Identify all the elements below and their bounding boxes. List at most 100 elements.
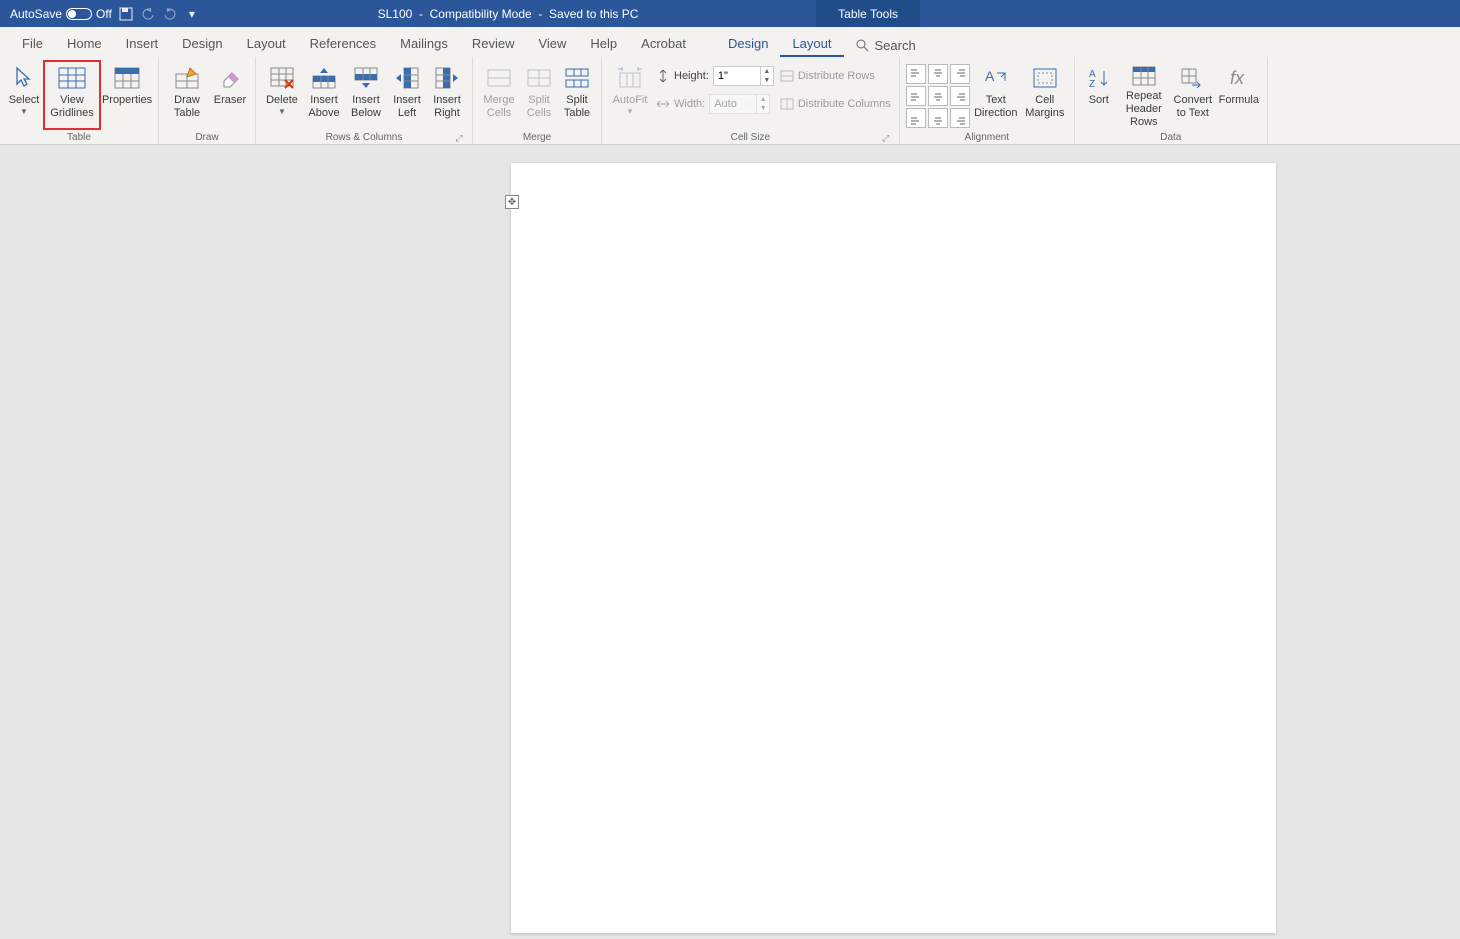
- group-data: AZ Sort Repeat Header Rows Convert to Te…: [1075, 57, 1268, 144]
- insert-right-button[interactable]: Insert Right: [428, 61, 466, 129]
- page[interactable]: [511, 163, 1276, 933]
- cell-margins-button[interactable]: Cell Margins: [1022, 61, 1068, 129]
- height-icon: [656, 69, 670, 83]
- pencil-table-icon: [173, 64, 201, 92]
- insert-above-icon: [310, 64, 338, 92]
- distribute-rows-button: Distribute Rows: [780, 65, 891, 87]
- eraser-button[interactable]: Eraser: [211, 61, 249, 129]
- align-bottom-left-button[interactable]: [906, 108, 926, 128]
- autosave-label: AutoSave: [10, 7, 62, 21]
- distribute-columns-icon: [780, 98, 794, 110]
- title-bar: AutoSave Off ▾ SL100 - Compatibility Mod…: [0, 0, 1460, 27]
- tab-home[interactable]: Home: [55, 31, 114, 57]
- repeat-header-rows-button[interactable]: Repeat Header Rows: [1119, 61, 1169, 129]
- eraser-icon: [216, 64, 244, 92]
- alignment-grid: [906, 64, 970, 128]
- formula-button[interactable]: fx Formula: [1217, 61, 1261, 129]
- view-gridlines-button[interactable]: View Gridlines: [44, 61, 100, 129]
- ribbon-tabs: File Home Insert Design Layout Reference…: [0, 27, 1460, 57]
- search-icon: [856, 39, 869, 52]
- dialog-launcher-icon[interactable]: ⤢: [881, 133, 891, 143]
- spin-down-icon[interactable]: ▼: [761, 76, 773, 85]
- align-center-left-button[interactable]: [906, 86, 926, 106]
- tab-view[interactable]: View: [526, 31, 578, 57]
- align-center-right-button[interactable]: [950, 86, 970, 106]
- align-top-right-button[interactable]: [950, 64, 970, 84]
- split-table-icon: [563, 64, 591, 92]
- autofit-button: AutoFit ▼: [608, 61, 652, 129]
- split-cells-button: Split Cells: [521, 61, 557, 129]
- text-direction-button[interactable]: A Text Direction: [972, 61, 1020, 129]
- repeat-header-icon: [1130, 64, 1158, 88]
- tab-design[interactable]: Design: [170, 31, 234, 57]
- sort-button[interactable]: AZ Sort: [1081, 61, 1117, 129]
- delete-button[interactable]: Delete ▼: [262, 61, 302, 129]
- insert-above-button[interactable]: Insert Above: [304, 61, 344, 129]
- draw-table-button[interactable]: Draw Table: [165, 61, 209, 129]
- dialog-launcher-icon[interactable]: ⤢: [454, 133, 464, 143]
- width-input: ▲▼: [709, 94, 770, 114]
- toggle-off-icon: [66, 8, 92, 20]
- formula-icon: fx: [1225, 64, 1253, 92]
- align-bottom-right-button[interactable]: [950, 108, 970, 128]
- group-table: Select ▼ View Gridlines Properties Table: [0, 57, 159, 144]
- gridlines-icon: [58, 64, 86, 92]
- insert-left-icon: [393, 64, 421, 92]
- quick-access-toolbar: AutoSave Off ▾: [0, 6, 200, 22]
- convert-to-text-icon: [1179, 64, 1207, 92]
- width-icon: [656, 97, 670, 111]
- height-row: Height: ▲▼: [656, 65, 774, 87]
- merge-cells-button: Merge Cells: [479, 61, 519, 129]
- insert-below-button[interactable]: Insert Below: [346, 61, 386, 129]
- tab-layout[interactable]: Layout: [235, 31, 298, 57]
- align-top-center-button[interactable]: [928, 64, 948, 84]
- group-rows-columns: Delete ▼ Insert Above Insert Below Inser…: [256, 57, 473, 144]
- split-table-button[interactable]: Split Table: [559, 61, 595, 129]
- align-bottom-center-button[interactable]: [928, 108, 948, 128]
- properties-icon: [113, 64, 141, 92]
- insert-right-icon: [433, 64, 461, 92]
- tab-table-layout[interactable]: Layout: [780, 31, 843, 57]
- tab-acrobat[interactable]: Acrobat: [629, 31, 698, 57]
- distribute-rows-icon: [780, 70, 794, 82]
- select-button[interactable]: Select ▼: [6, 61, 42, 129]
- autosave-state: Off: [96, 7, 112, 21]
- move-icon: ✥: [508, 197, 516, 208]
- tab-review[interactable]: Review: [460, 31, 527, 57]
- spin-up-icon[interactable]: ▲: [761, 67, 773, 76]
- group-cell-size: AutoFit ▼ Height: ▲▼ Width:: [602, 57, 900, 144]
- table-move-handle[interactable]: ✥: [505, 195, 519, 209]
- insert-left-button[interactable]: Insert Left: [388, 61, 426, 129]
- tab-file[interactable]: File: [10, 31, 55, 57]
- save-icon[interactable]: [118, 6, 134, 22]
- redo-icon[interactable]: [162, 6, 178, 22]
- svg-text:fx: fx: [1230, 68, 1245, 88]
- undo-icon[interactable]: [140, 6, 156, 22]
- cursor-icon: [10, 64, 38, 92]
- customize-qat-icon[interactable]: ▾: [184, 6, 200, 22]
- tab-mailings[interactable]: Mailings: [388, 31, 460, 57]
- split-cells-icon: [525, 64, 553, 92]
- search-box[interactable]: Search: [844, 33, 928, 57]
- autofit-icon: [616, 64, 644, 92]
- merge-cells-icon: [485, 64, 513, 92]
- tab-insert[interactable]: Insert: [114, 31, 171, 57]
- delete-table-icon: [268, 64, 296, 92]
- group-merge: Merge Cells Split Cells Split Table Merg…: [473, 57, 602, 144]
- sort-icon: AZ: [1085, 64, 1113, 92]
- distribute-columns-button: Distribute Columns: [780, 93, 891, 115]
- tab-help[interactable]: Help: [578, 31, 629, 57]
- align-top-left-button[interactable]: [906, 64, 926, 84]
- document-area[interactable]: ✥: [0, 145, 1460, 939]
- tab-table-design[interactable]: Design: [716, 31, 780, 57]
- text-direction-icon: A: [982, 64, 1010, 92]
- properties-button[interactable]: Properties: [102, 61, 152, 129]
- height-input[interactable]: ▲▼: [713, 66, 774, 86]
- convert-to-text-button[interactable]: Convert to Text: [1171, 61, 1215, 129]
- align-center-center-button[interactable]: [928, 86, 948, 106]
- table-tools-context-tab: Table Tools: [816, 0, 920, 27]
- group-alignment: A Text Direction Cell Margins Alignment: [900, 57, 1075, 144]
- autosave-toggle[interactable]: AutoSave Off: [10, 7, 112, 21]
- ribbon: Select ▼ View Gridlines Properties Table…: [0, 57, 1460, 145]
- tab-references[interactable]: References: [298, 31, 388, 57]
